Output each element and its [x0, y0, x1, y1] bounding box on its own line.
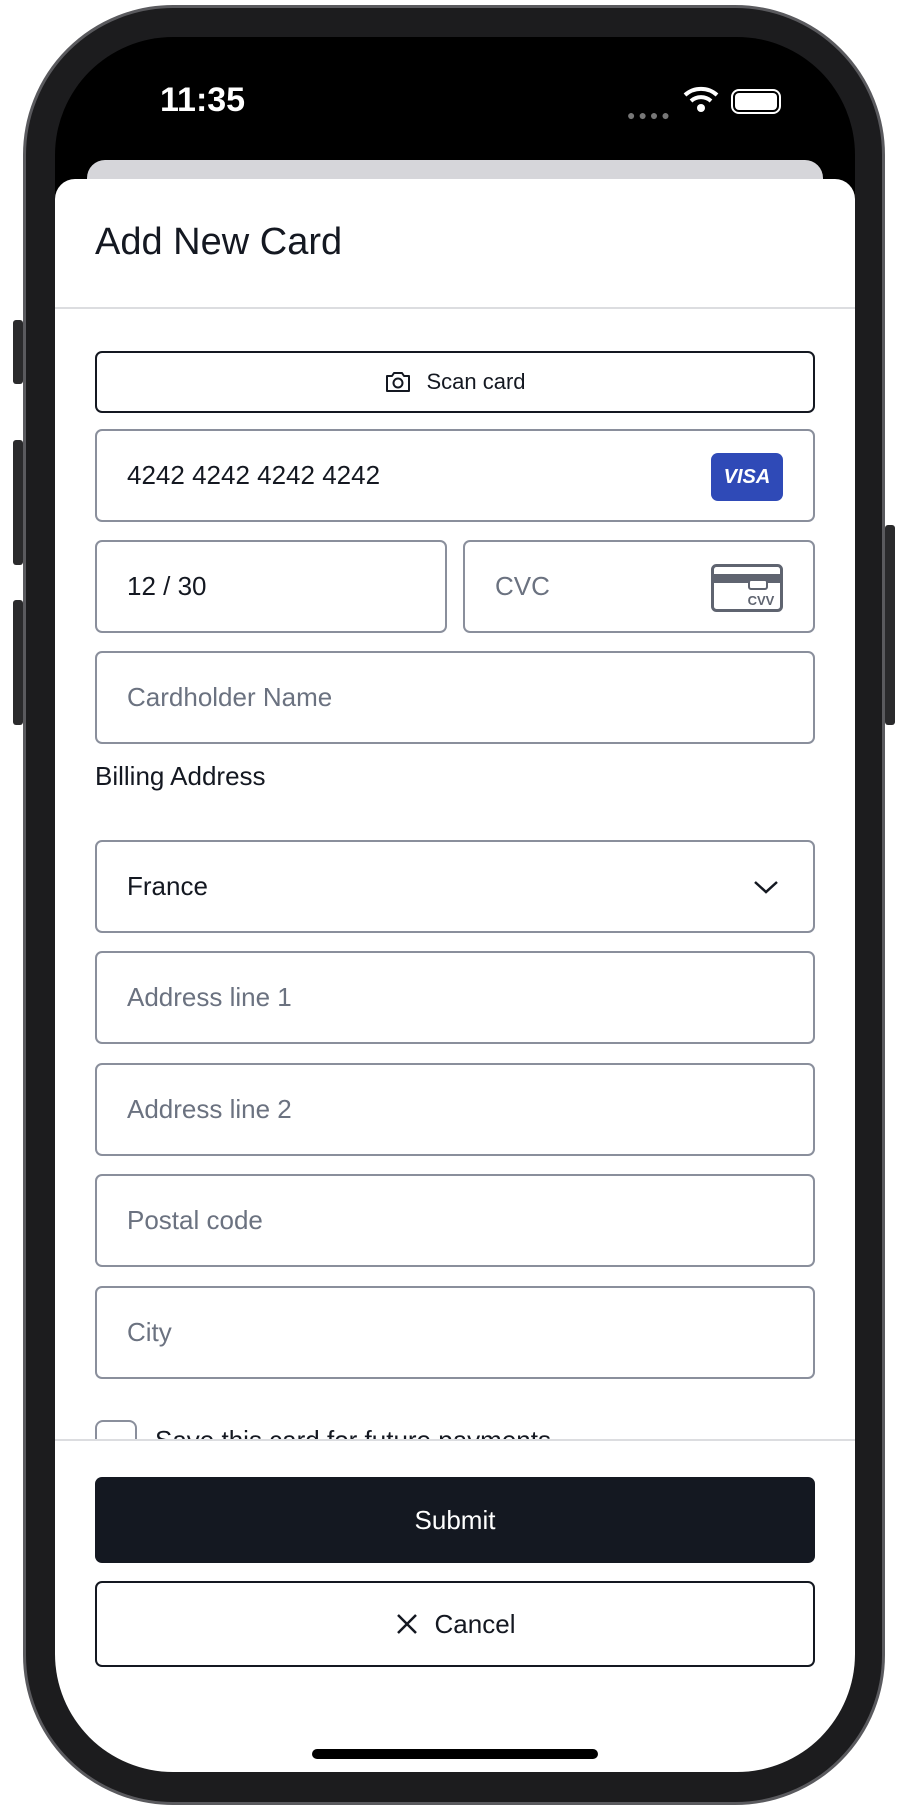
scan-card-label: Scan card [426, 369, 526, 394]
add-card-sheet: Add New Card Scan card 4242 4242 4242 42… [55, 179, 855, 1772]
volume-up-button [13, 440, 23, 565]
address-line2-input[interactable]: Address line 2 [95, 1063, 815, 1156]
cancel-label: Cancel [434, 1608, 516, 1639]
submit-button[interactable]: Submit [95, 1477, 815, 1563]
save-card-checkbox[interactable] [95, 1420, 137, 1440]
expiry-value: 12 / 30 [127, 571, 207, 601]
home-indicator[interactable] [312, 1749, 598, 1759]
form-scroll-area[interactable]: Scan card 4242 4242 4242 4242 VISA 12 / … [55, 309, 855, 1440]
cardholder-placeholder: Cardholder Name [127, 682, 333, 712]
billing-address-label: Billing Address [95, 761, 266, 791]
screen: 11:35 ●●●● Add New Card Scan card 4242 4… [55, 37, 855, 1772]
sheet-title: Add New Card [95, 221, 343, 263]
save-card-label: Save this card for future payments [155, 1425, 551, 1440]
city-input[interactable]: City [95, 1286, 815, 1379]
power-button [885, 525, 895, 725]
cvc-input[interactable]: CVC CVV [463, 540, 815, 633]
card-number-value: 4242 4242 4242 4242 [127, 460, 381, 490]
cardholder-name-input[interactable]: Cardholder Name [95, 651, 815, 744]
signal-icon: ●●●● [627, 107, 673, 123]
close-icon [396, 1614, 417, 1634]
country-value: France [127, 871, 208, 901]
svg-text:CVV: CVV [748, 593, 775, 608]
chevron-down-icon [754, 880, 778, 894]
address2-placeholder: Address line 2 [127, 1094, 292, 1124]
scan-card-button[interactable]: Scan card [95, 351, 815, 413]
submit-label: Submit [414, 1504, 496, 1535]
country-select[interactable]: France [95, 840, 815, 933]
cancel-button[interactable]: Cancel [95, 1581, 815, 1667]
volume-down-button [13, 600, 23, 725]
expiry-input[interactable]: 12 / 30 [95, 540, 447, 633]
wifi-icon [683, 86, 719, 112]
postal-placeholder: Postal code [127, 1205, 263, 1235]
status-time: 11:35 [160, 81, 246, 119]
postal-code-input[interactable]: Postal code [95, 1174, 815, 1267]
mute-switch [13, 320, 23, 384]
city-placeholder: City [127, 1317, 172, 1347]
cvc-placeholder: CVC [495, 571, 550, 601]
cvv-card-icon: CVV [711, 564, 783, 612]
card-number-input[interactable]: 4242 4242 4242 4242 VISA [95, 429, 815, 522]
camera-icon [386, 372, 411, 392]
address1-placeholder: Address line 1 [127, 982, 292, 1012]
battery-icon [731, 89, 781, 114]
footer-divider [55, 1439, 855, 1441]
visa-icon: VISA [711, 453, 783, 501]
address-line1-input[interactable]: Address line 1 [95, 951, 815, 1044]
